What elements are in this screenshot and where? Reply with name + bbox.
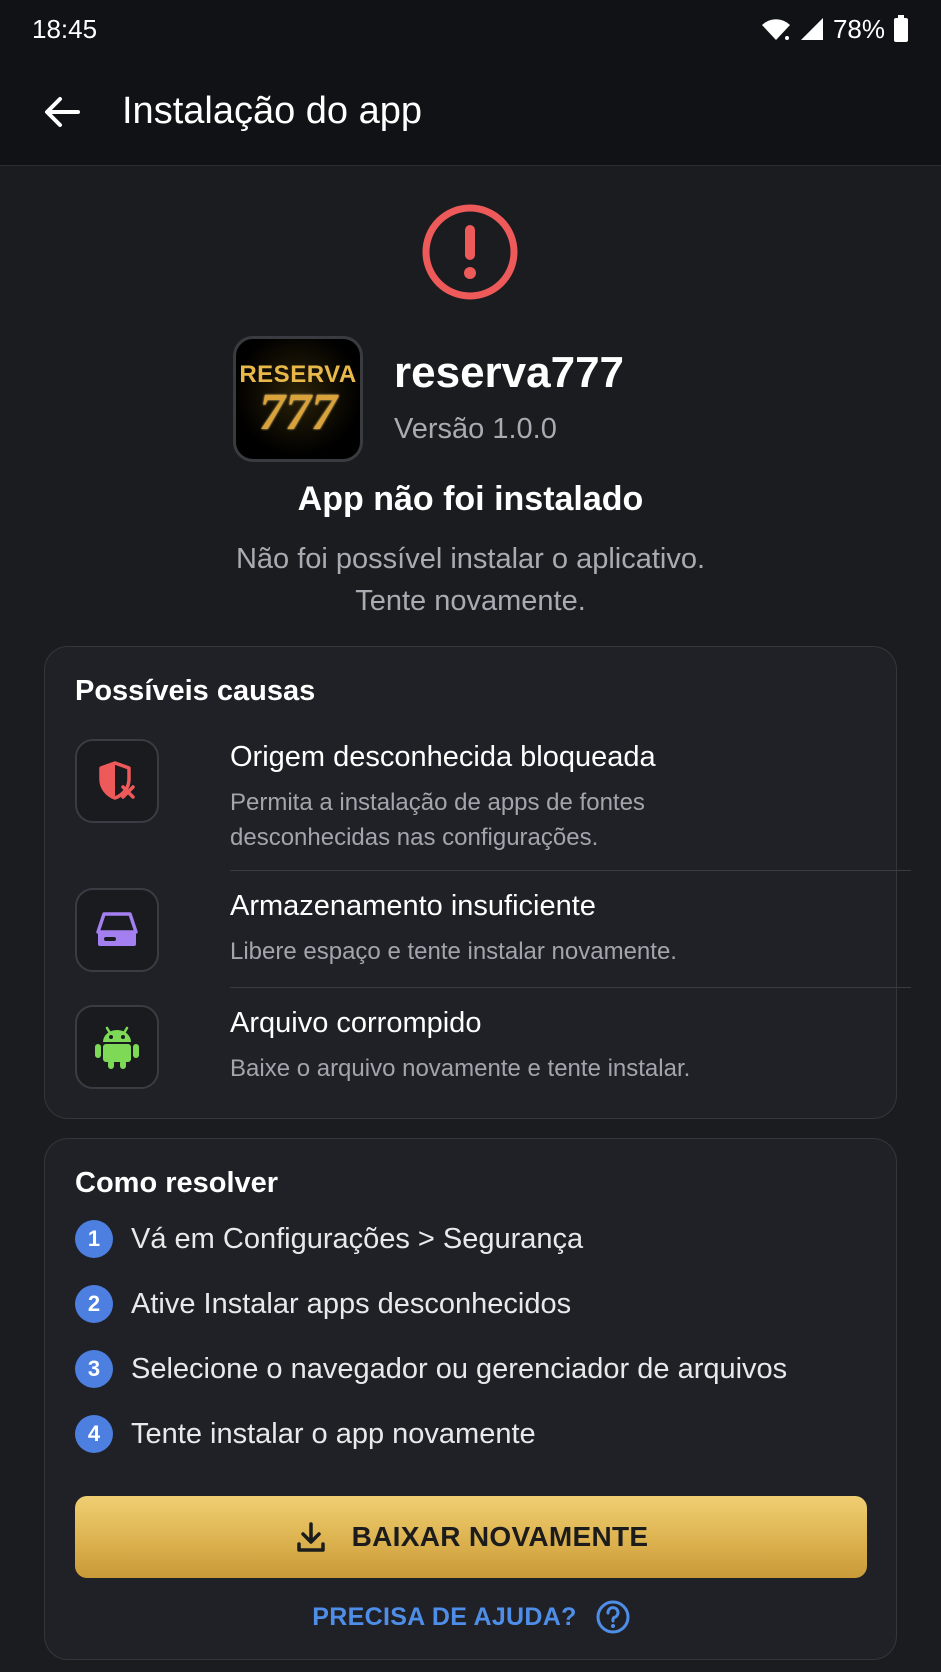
signal-icon <box>800 18 823 40</box>
cause-desc-line1: Libere espaço e tente instalar novamente… <box>230 938 677 965</box>
download-again-label: BAIXAR NOVAMENTE <box>351 1521 649 1552</box>
cause-desc: Libere espaço e tente instalar novamente… <box>230 934 830 969</box>
storage-drive-icon <box>75 888 159 972</box>
cause-title: Arquivo corrompido <box>230 1007 482 1039</box>
step-item: 3 Selecione o navegador ou gerenciador d… <box>75 1349 787 1389</box>
step-item: 1 Vá em Configurações > Segurança <box>75 1219 583 1259</box>
download-again-button[interactable]: BAIXAR NOVAMENTE <box>75 1496 867 1578</box>
cause-desc: Permita a instalação de apps de fontes d… <box>230 785 830 855</box>
cause-item: Armazenamento insuficiente Libere espaço… <box>75 888 868 972</box>
divider <box>230 870 911 871</box>
causes-card: Possíveis causas Origem desconhecida blo… <box>44 646 911 1119</box>
wifi-icon <box>761 19 790 40</box>
cause-desc: Baixe o arquivo novamente e tente instal… <box>230 1051 830 1086</box>
step-item: 2 Ative Instalar apps desconhecidos <box>75 1284 571 1324</box>
resolve-title: Como resolver <box>75 1167 279 1199</box>
error-message-line2: Tente novamente. <box>355 585 586 617</box>
step-text: Vá em Configurações > Segurança <box>131 1222 584 1255</box>
download-icon <box>296 1522 325 1552</box>
app-bar: Instalação do app <box>0 58 941 166</box>
help-question-icon <box>596 1600 630 1634</box>
step-number: 1 <box>75 1220 113 1258</box>
cause-desc-line1: Baixe o arquivo novamente e tente instal… <box>230 1055 691 1082</box>
logo-number: 777 <box>259 384 337 441</box>
error-message-line1: Não foi possível instalar o aplicativo. <box>235 543 706 575</box>
android-icon <box>75 1005 159 1089</box>
cause-desc-line2: desconhecidas nas configurações. <box>230 824 599 851</box>
shield-x-icon <box>75 739 159 823</box>
battery-percent: 78% <box>832 13 885 44</box>
app-logo: RESERVA 777 <box>233 336 363 462</box>
step-number: 3 <box>75 1350 113 1388</box>
causes-title: Possíveis causas <box>75 675 316 707</box>
error-title: App não foi instalado <box>297 480 644 518</box>
cause-title: Origem desconhecida bloqueada <box>230 741 656 773</box>
cause-desc-line1: Permita a instalação de apps de fontes <box>230 789 645 816</box>
error-icon <box>422 204 518 300</box>
battery-icon <box>894 15 908 42</box>
status-time: 18:45 <box>32 13 98 44</box>
page-title: Instalação do app <box>122 90 423 132</box>
help-link[interactable]: PRECISA DE AJUDA? <box>45 1599 898 1635</box>
step-item: 4 Tente instalar o app novamente <box>75 1414 536 1454</box>
step-text: Ative Instalar apps desconhecidos <box>131 1287 572 1320</box>
step-number: 4 <box>75 1415 113 1453</box>
status-bar: 18:45 78% <box>0 0 941 58</box>
error-message: Não foi possível instalar o aplicativo. … <box>0 538 941 622</box>
step-text: Tente instalar o app novamente <box>131 1417 536 1450</box>
cause-item: Arquivo corrompido Baixe o arquivo novam… <box>75 1005 868 1089</box>
cause-title: Armazenamento insuficiente <box>230 890 596 922</box>
arrow-left-icon <box>45 96 80 127</box>
help-link-label: PRECISA DE AJUDA? <box>312 1602 577 1631</box>
app-version: Versão 1.0.0 <box>394 413 557 445</box>
status-icons: 78% <box>761 14 909 45</box>
back-button[interactable] <box>32 82 92 142</box>
resolve-card: Como resolver 1 Vá em Configurações > Se… <box>44 1138 897 1660</box>
step-text: Selecione o navegador ou gerenciador de … <box>131 1352 788 1385</box>
divider <box>230 987 911 988</box>
step-number: 2 <box>75 1285 113 1323</box>
app-name: reserva777 <box>394 348 625 397</box>
cause-item: Origem desconhecida bloqueada Permita a … <box>75 739 868 859</box>
